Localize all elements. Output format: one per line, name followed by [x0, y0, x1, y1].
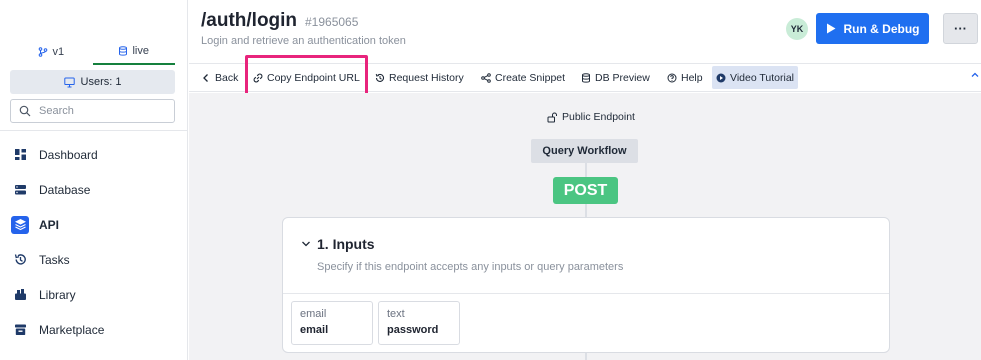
db-preview-label: DB Preview: [595, 71, 650, 84]
param-type: text: [387, 308, 405, 320]
sidebar-item-label: Library: [39, 287, 76, 302]
branch-tab-label: v1: [52, 45, 65, 58]
create-snippet-label: Create Snippet: [495, 71, 566, 84]
video-tutorial-button[interactable]: Video Tutorial: [712, 66, 799, 89]
chevron-up-icon[interactable]: [970, 70, 980, 84]
query-workflow-button[interactable]: Query Workflow: [531, 139, 638, 163]
connector-line: [585, 353, 587, 360]
inputs-card: 1. Inputs Specify if this endpoint accep…: [282, 217, 890, 353]
sidebar-item-dashboard[interactable]: Dashboard: [0, 137, 187, 172]
request-history-label: Request History: [389, 71, 464, 84]
branch-tabs: v1 live: [10, 38, 175, 65]
search-icon: [19, 105, 31, 117]
inputs-description: Specify if this endpoint accepts any inp…: [317, 261, 624, 273]
video-tutorial-label: Video Tutorial: [730, 71, 795, 84]
unlock-icon: [547, 112, 557, 122]
back-label: Back: [215, 71, 239, 84]
param-type: email: [300, 308, 327, 320]
run-debug-label: Run & Debug: [843, 21, 920, 36]
users-button[interactable]: Users: 1: [10, 70, 175, 94]
share-icon: [481, 72, 491, 83]
play-icon: [826, 23, 835, 34]
sidebar-item-tasks[interactable]: Tasks: [0, 242, 187, 277]
branch-tab-v1[interactable]: v1: [10, 38, 93, 65]
database-icon: [11, 181, 29, 199]
sidebar-divider: [0, 130, 187, 131]
endpoint-id: #1965065: [305, 15, 359, 29]
sidebar-nav: Dashboard Database API Tasks Library Mar…: [0, 137, 187, 347]
connector-line: [585, 163, 587, 177]
branch-icon: [39, 46, 48, 57]
branch-tab-live[interactable]: live: [92, 38, 175, 65]
search-input[interactable]: [39, 105, 169, 117]
history-icon: [375, 73, 384, 82]
help-label: Help: [681, 71, 703, 84]
workflow-canvas: Public Endpoint Query Workflow POST 1. I…: [189, 93, 981, 360]
public-endpoint-toggle[interactable]: Public Endpoint: [547, 111, 635, 123]
inputs-divider: [283, 293, 889, 294]
sidebar-item-label: Marketplace: [39, 322, 105, 337]
tasks-icon: [11, 251, 29, 269]
link-icon: [253, 73, 263, 82]
http-method-badge[interactable]: POST: [553, 177, 618, 204]
sidebar-item-library[interactable]: Library: [0, 277, 187, 312]
monitor-icon: [63, 77, 75, 87]
sidebar-item-label: Dashboard: [39, 147, 98, 162]
marketplace-icon: [11, 321, 29, 339]
dashboard-icon: [11, 146, 29, 164]
sidebar-item-database[interactable]: Database: [0, 172, 187, 207]
input-param[interactable]: email email: [291, 301, 373, 345]
avatar[interactable]: YK: [786, 18, 808, 40]
copy-endpoint-url-label: Copy Endpoint URL: [267, 71, 360, 84]
chevron-left-icon: [203, 73, 208, 82]
input-param[interactable]: text password: [378, 301, 460, 345]
sidebar-item-label: Database: [39, 182, 91, 197]
sidebar: v1 live Users: 1 Dashboard Database API …: [0, 0, 188, 360]
public-endpoint-label: Public Endpoint: [562, 111, 635, 123]
copy-endpoint-url-button[interactable]: Copy Endpoint URL: [253, 66, 360, 89]
database-icon: [119, 45, 128, 56]
help-button[interactable]: Help: [667, 66, 703, 89]
sidebar-item-api[interactable]: API: [0, 207, 187, 242]
back-button[interactable]: Back: [201, 66, 238, 89]
database-icon: [582, 72, 590, 83]
more-options-button[interactable]: ···: [943, 13, 978, 44]
search-box: [10, 99, 175, 123]
request-history-button[interactable]: Request History: [375, 66, 464, 89]
page-header: /auth/login #1965065 Login and retrieve …: [189, 0, 981, 63]
sidebar-item-marketplace[interactable]: Marketplace: [0, 312, 187, 347]
endpoint-toolbar: Back Copy Endpoint URL Request History C…: [189, 63, 981, 92]
help-icon: [667, 73, 677, 82]
run-debug-button[interactable]: Run & Debug: [816, 13, 929, 44]
page-title: /auth/login: [201, 10, 298, 31]
sidebar-item-label: Tasks: [39, 252, 70, 267]
play-circle-icon: [716, 73, 726, 82]
inputs-header[interactable]: 1. Inputs: [301, 236, 375, 252]
api-icon: [11, 215, 29, 234]
db-preview-button[interactable]: DB Preview: [581, 66, 650, 89]
library-icon: [11, 286, 29, 304]
param-name: password: [387, 324, 439, 336]
sidebar-item-label: API: [39, 217, 60, 232]
chevron-down-icon: [302, 241, 310, 247]
connector-line: [585, 204, 587, 217]
users-label: Users: 1: [80, 76, 122, 88]
param-name: email: [300, 324, 329, 336]
create-snippet-button[interactable]: Create Snippet: [481, 66, 565, 89]
inputs-title: 1. Inputs: [317, 236, 375, 252]
branch-tab-label: live: [132, 44, 149, 57]
page-subtitle: Login and retrieve an authentication tok…: [201, 35, 406, 47]
